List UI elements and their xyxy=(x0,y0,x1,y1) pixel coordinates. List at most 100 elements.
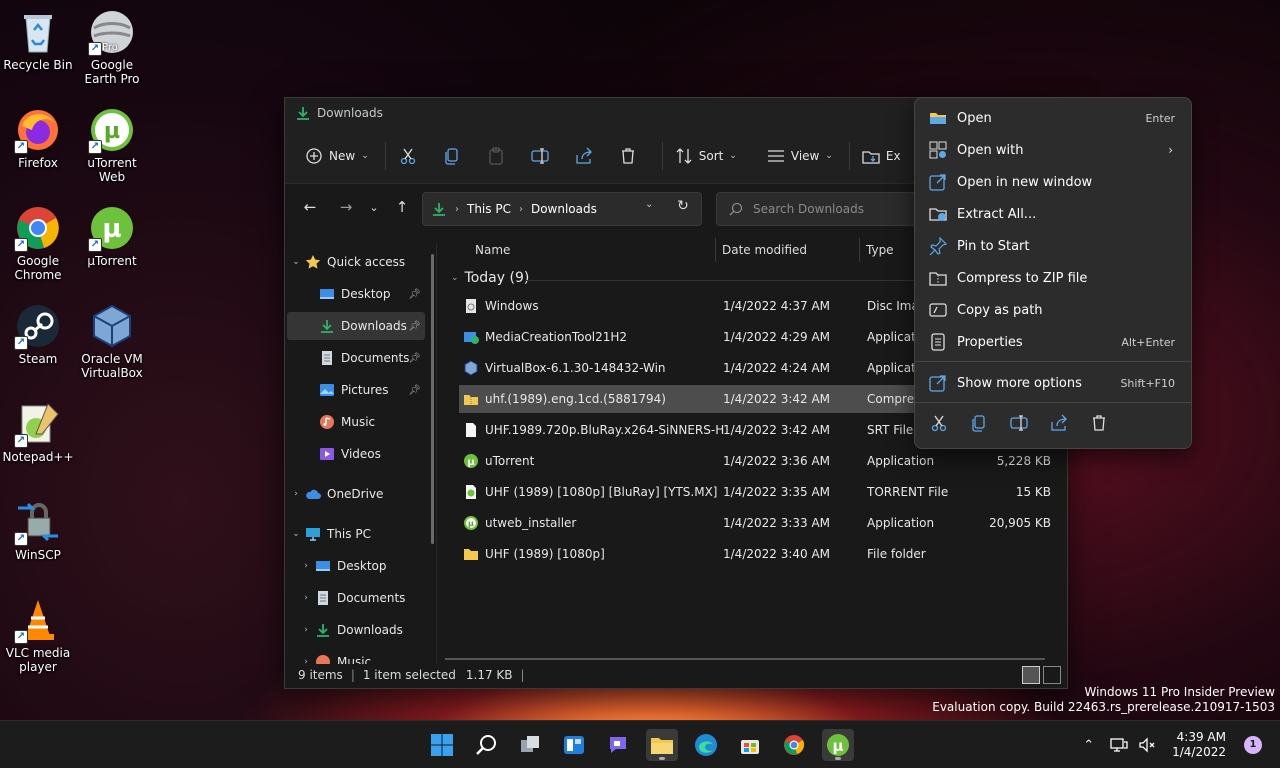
address-dropdown-icon[interactable]: ⌄ xyxy=(645,199,653,210)
table-row[interactable]: UHF (1989) [1080p] 1/4/2022 3:40 AM File… xyxy=(459,540,1069,568)
pin-icon[interactable]: 📌︎ xyxy=(408,385,421,396)
new-button[interactable]: New ⌄ xyxy=(299,140,375,172)
delete-button[interactable] xyxy=(612,140,644,172)
chevron-right-icon[interactable]: › xyxy=(297,561,315,571)
chevron-down-icon[interactable]: ⌄ xyxy=(287,529,305,539)
up-button[interactable]: ↑ xyxy=(387,192,417,222)
sidebar-scrollbar[interactable] xyxy=(431,254,434,544)
sort-button[interactable]: Sort ⌄ xyxy=(669,140,743,172)
chevron-right-icon[interactable]: › xyxy=(297,593,315,603)
menu-delete-button[interactable] xyxy=(1085,412,1113,434)
chevron-down-icon[interactable]: ⌄ xyxy=(287,257,305,267)
menu-item-open-with[interactable]: Open with › xyxy=(919,135,1187,165)
menu-item-open[interactable]: Open Enter xyxy=(919,103,1187,133)
view-list-icon xyxy=(767,149,784,162)
breadcrumb-this-pc[interactable]: This PC xyxy=(467,202,511,216)
sidebar-item-music[interactable]: Music xyxy=(287,408,425,436)
desktop-icon-steam[interactable]: ↗ Steam xyxy=(0,302,76,366)
sidebar-item-pc-desktop[interactable]: › Desktop xyxy=(287,552,425,580)
menu-item-compress-zip[interactable]: Compress to ZIP file xyxy=(919,263,1187,293)
search-box[interactable] xyxy=(716,192,936,226)
table-row[interactable]: µ utweb_installer 1/4/2022 3:33 AM Appli… xyxy=(459,509,1069,537)
share-button[interactable] xyxy=(568,140,600,172)
recent-locations-button[interactable]: ⌄ xyxy=(361,192,387,222)
sidebar-item-desktop[interactable]: Desktop 📌︎ xyxy=(287,280,425,308)
chevron-right-icon[interactable]: › xyxy=(287,489,305,499)
extract-all-button[interactable]: Ex xyxy=(856,140,907,172)
utorrent-taskbar-button[interactable]: µ xyxy=(822,729,854,761)
horizontal-scrollbar[interactable] xyxy=(445,658,1045,660)
desktop-icon-virtualbox[interactable]: Oracle VM VirtualBox xyxy=(74,302,150,380)
table-row[interactable]: µ uTorrent 1/4/2022 3:36 AM Application … xyxy=(459,447,1069,475)
address-bar[interactable]: › This PC › Downloads xyxy=(422,192,702,226)
network-icon[interactable] xyxy=(1110,736,1128,754)
desktop-icon-vlc[interactable]: ↗ VLC media player xyxy=(0,596,76,674)
refresh-button[interactable]: ↻ xyxy=(671,198,695,220)
view-button[interactable]: View ⌄ xyxy=(761,140,839,172)
column-header-name[interactable]: Name xyxy=(475,238,510,262)
pin-icon[interactable]: 📌︎ xyxy=(408,353,421,364)
teams-chat-button[interactable] xyxy=(602,729,634,761)
sidebar-item-onedrive[interactable]: › OneDrive xyxy=(287,480,425,508)
forward-button[interactable]: → xyxy=(331,192,361,222)
sidebar-item-pictures[interactable]: Pictures 📌︎ xyxy=(287,376,425,404)
search-input[interactable] xyxy=(753,202,923,216)
store-button[interactable] xyxy=(734,729,766,761)
desktop-icon-notepadpp[interactable]: ↗ Notepad++ xyxy=(0,400,76,464)
menu-item-extract-all[interactable]: Extract All... xyxy=(919,199,1187,229)
chevron-up-icon[interactable]: ⌃ xyxy=(1083,738,1094,753)
menu-share-button[interactable] xyxy=(1045,412,1073,434)
group-header-today[interactable]: ⌄ Today (9) xyxy=(451,270,529,286)
column-header-date[interactable]: Date modified xyxy=(722,238,807,262)
sidebar-item-documents[interactable]: Documents 📌︎ xyxy=(287,344,425,372)
table-row[interactable]: UHF (1989) [1080p] [BluRay] [YTS.MX] 1/4… xyxy=(459,478,1069,506)
paste-button[interactable] xyxy=(480,140,512,172)
column-divider[interactable] xyxy=(859,238,860,262)
large-icons-view-icon[interactable] xyxy=(1043,666,1061,684)
desktop-icon-recycle-bin[interactable]: Recycle Bin xyxy=(0,8,76,72)
clock[interactable]: 4:39 AM 1/4/2022 xyxy=(1172,730,1226,760)
chevron-down-icon: ⌄ xyxy=(451,273,459,283)
sidebar-item-downloads[interactable]: Downloads 📌︎ xyxy=(287,312,425,340)
widgets-button[interactable] xyxy=(558,729,590,761)
volume-muted-icon[interactable] xyxy=(1138,736,1156,754)
cut-button[interactable] xyxy=(392,140,424,172)
menu-item-show-more-options[interactable]: Show more options Shift+F10 xyxy=(919,368,1187,398)
menu-rename-button[interactable] xyxy=(1005,412,1033,434)
desktop-icon-google-earth-pro[interactable]: Pro ↗ Google Earth Pro xyxy=(74,8,150,86)
task-view-button[interactable] xyxy=(514,729,546,761)
chrome-taskbar-button[interactable] xyxy=(778,729,810,761)
sidebar-item-this-pc[interactable]: ⌄ This PC xyxy=(287,520,425,548)
desktop-icon-firefox[interactable]: ↗ Firefox xyxy=(0,106,76,170)
desktop-icon-utorrent-web[interactable]: µ ↗ uTorrent Web xyxy=(74,106,150,184)
sidebar-item-pc-documents[interactable]: › Documents xyxy=(287,584,425,612)
edge-button[interactable] xyxy=(690,729,722,761)
back-button[interactable]: ← xyxy=(295,192,325,222)
sidebar-item-quick-access[interactable]: ⌄ Quick access xyxy=(287,248,425,276)
menu-item-open-new-window[interactable]: Open in new window xyxy=(919,167,1187,197)
desktop-icon-utorrent[interactable]: µ ↗ µTorrent xyxy=(74,204,150,268)
menu-copy-button[interactable] xyxy=(965,412,993,434)
sort-icon xyxy=(676,147,692,164)
pin-icon[interactable]: 📌︎ xyxy=(408,289,421,300)
desktop-icon-winscp[interactable]: ↗ WinSCP xyxy=(0,498,76,562)
sidebar-item-videos[interactable]: Videos xyxy=(287,440,425,468)
copy-button[interactable] xyxy=(436,140,468,172)
file-explorer-taskbar-button[interactable] xyxy=(646,729,678,761)
start-button[interactable] xyxy=(426,729,458,761)
menu-item-pin-to-start[interactable]: Pin to Start xyxy=(919,231,1187,261)
details-view-icon[interactable] xyxy=(1022,666,1040,684)
sidebar-item-pc-downloads[interactable]: › Downloads xyxy=(287,616,425,644)
menu-item-copy-as-path[interactable]: Copy as path xyxy=(919,295,1187,325)
menu-cut-button[interactable] xyxy=(925,412,953,434)
pin-icon[interactable]: 📌︎ xyxy=(408,321,421,332)
desktop-icon-google-chrome[interactable]: ↗ Google Chrome xyxy=(0,204,76,282)
taskbar-search-button[interactable] xyxy=(470,729,502,761)
rename-button[interactable] xyxy=(524,140,556,172)
chevron-right-icon[interactable]: › xyxy=(297,625,315,635)
menu-item-properties[interactable]: Properties Alt+Enter xyxy=(919,327,1187,357)
notification-badge[interactable]: 1 xyxy=(1244,736,1262,754)
column-header-type[interactable]: Type xyxy=(866,238,894,262)
breadcrumb-downloads[interactable]: Downloads xyxy=(531,202,597,216)
column-divider[interactable] xyxy=(715,238,716,262)
